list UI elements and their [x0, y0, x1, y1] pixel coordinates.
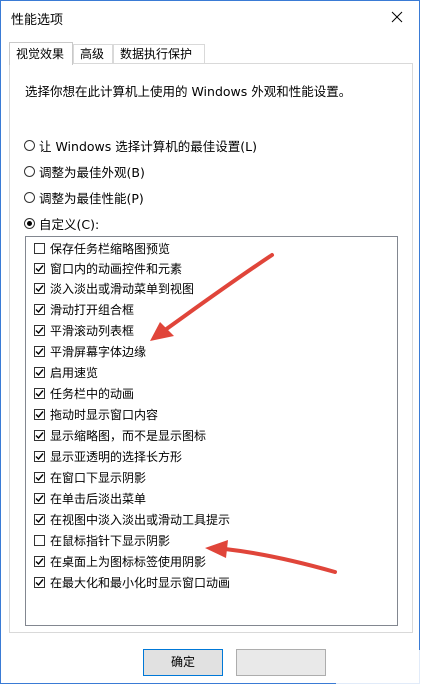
radio-label: 调整为最佳外观(B)	[39, 165, 145, 180]
list-item[interactable]: 任务栏中的动画	[34, 385, 134, 402]
checkmark-icon	[35, 453, 44, 461]
list-item[interactable]: 显示缩略图，而不是显示图标	[34, 427, 206, 444]
item-label: 启用速览	[50, 366, 99, 380]
item-label: 在桌面上为图标标签使用阴影	[50, 555, 207, 569]
radio-best-performance[interactable]: 调整为最佳性能(P)	[24, 188, 144, 207]
checkbox-checked[interactable]	[34, 514, 45, 525]
checkmark-icon	[35, 558, 44, 566]
checkmark-icon	[35, 579, 44, 587]
checkbox-checked[interactable]	[34, 388, 45, 399]
window-title: 性能选项	[11, 13, 64, 28]
checkmark-icon	[35, 516, 44, 524]
checkmark-icon	[35, 327, 44, 335]
radio-custom[interactable]: 自定义(C):	[24, 214, 99, 233]
checkbox-checked[interactable]	[34, 346, 45, 357]
checkmark-icon	[35, 390, 44, 398]
item-label: 在鼠标指针下显示阴影	[50, 534, 171, 548]
checkmark-icon	[35, 369, 44, 377]
radio-label: 自定义(C):	[39, 217, 100, 232]
checkmark-icon	[35, 474, 44, 482]
checkbox-checked[interactable]	[34, 409, 45, 420]
item-label: 在最大化和最小化时显示窗口动画	[50, 576, 231, 590]
checkmark-icon	[35, 432, 44, 440]
list-item[interactable]: 启用速览	[34, 364, 98, 381]
list-item[interactable]: 在单击后淡出菜单	[34, 490, 146, 507]
checkbox-checked[interactable]	[34, 556, 45, 567]
radio-label: 让 Windows 选择计算机的最佳设置(L)	[39, 139, 257, 154]
close-icon	[391, 11, 403, 22]
checkbox-checked[interactable]	[34, 577, 45, 588]
item-label: 在视图中淡入淡出或滑动工具提示	[50, 513, 231, 527]
checkbox-checked[interactable]	[34, 493, 45, 504]
tab-visual-effects[interactable]: 视觉效果	[9, 42, 73, 65]
watermark-overlay	[336, 650, 421, 684]
checkbox-checked[interactable]	[34, 325, 45, 336]
item-label: 滑动打开组合框	[50, 303, 135, 317]
radio-button[interactable]	[24, 166, 35, 177]
radio-label: 调整为最佳性能(P)	[39, 191, 144, 206]
item-label: 拖动时显示窗口内容	[50, 408, 159, 422]
item-label: 淡入淡出或滑动菜单到视图	[50, 282, 195, 296]
checkmark-icon	[35, 411, 44, 419]
checkbox-checked[interactable]	[34, 283, 45, 294]
radio-best-appearance[interactable]: 调整为最佳外观(B)	[24, 162, 145, 181]
list-item[interactable]: 淡入淡出或滑动菜单到视图	[34, 280, 194, 297]
tab-advanced[interactable]: 高级	[73, 44, 113, 63]
item-label: 在窗口下显示阴影	[50, 471, 147, 485]
checkbox-checked[interactable]	[34, 472, 45, 483]
radio-let-windows-choose[interactable]: 让 Windows 选择计算机的最佳设置(L)	[24, 136, 257, 155]
list-item[interactable]: 滑动打开组合框	[34, 301, 134, 318]
checkbox-checked[interactable]	[34, 451, 45, 462]
checkbox-checked[interactable]	[34, 263, 45, 274]
title-bar: 性能选项	[1, 1, 419, 33]
checkbox-checked[interactable]	[34, 304, 45, 315]
checkmark-icon	[35, 285, 44, 293]
list-item[interactable]: 平滑滚动列表框	[34, 322, 134, 339]
list-item[interactable]: 在视图中淡入淡出或滑动工具提示	[34, 511, 230, 528]
checkbox-checked[interactable]	[34, 367, 45, 378]
list-item[interactable]: 窗口内的动画控件和元素	[34, 260, 182, 277]
close-button[interactable]	[375, 1, 419, 32]
radio-button-selected[interactable]	[24, 218, 35, 229]
tab-strip: 视觉效果 高级 数据执行保护	[9, 42, 413, 65]
item-label: 保存任务栏缩略图预览	[50, 242, 171, 256]
intro-text: 选择你想在此计算机上使用的 Windows 外观和性能设置。	[25, 84, 352, 99]
performance-options-window: 性能选项 视觉效果 高级 数据执行保护 选择你想在此计算机上使用的 Window…	[0, 0, 420, 684]
list-item[interactable]: 在最大化和最小化时显示窗口动画	[34, 574, 230, 591]
list-item[interactable]: 在桌面上为图标标签使用阴影	[34, 553, 206, 570]
list-item[interactable]: 显示亚透明的选择长方形	[34, 448, 182, 465]
checkbox-checked[interactable]	[34, 430, 45, 441]
effects-listbox[interactable]: 保存任务栏缩略图预览 窗口内的动画控件和元素 淡入淡出或滑动菜单到视图 滑动打开…	[25, 236, 398, 626]
visual-effects-panel: 选择你想在此计算机上使用的 Windows 外观和性能设置。 让 Windows…	[9, 63, 413, 633]
cancel-button[interactable]	[236, 649, 326, 676]
item-label: 窗口内的动画控件和元素	[50, 262, 183, 276]
list-item[interactable]: 平滑屏幕字体边缘	[34, 343, 146, 360]
checkmark-icon	[35, 348, 44, 356]
tab-data-execution-prevention[interactable]: 数据执行保护	[113, 44, 205, 63]
item-label: 平滑滚动列表框	[50, 324, 135, 338]
item-label: 任务栏中的动画	[50, 387, 135, 401]
list-item[interactable]: 在窗口下显示阴影	[34, 469, 146, 486]
checkbox[interactable]	[34, 535, 45, 546]
item-label: 平滑屏幕字体边缘	[50, 345, 147, 359]
ok-button[interactable]: 确定	[143, 649, 223, 676]
item-label: 显示缩略图，而不是显示图标	[50, 429, 207, 443]
checkmark-icon	[35, 306, 44, 314]
item-label: 在单击后淡出菜单	[50, 492, 147, 506]
checkbox[interactable]	[34, 243, 45, 254]
radio-button[interactable]	[24, 192, 35, 203]
list-item[interactable]: 拖动时显示窗口内容	[34, 406, 158, 423]
item-label: 显示亚透明的选择长方形	[50, 450, 183, 464]
list-item[interactable]: 在鼠标指针下显示阴影	[34, 532, 170, 549]
checkmark-icon	[35, 495, 44, 503]
checkmark-icon	[35, 265, 44, 273]
list-item[interactable]: 保存任务栏缩略图预览	[34, 240, 170, 257]
radio-button[interactable]	[24, 140, 35, 151]
